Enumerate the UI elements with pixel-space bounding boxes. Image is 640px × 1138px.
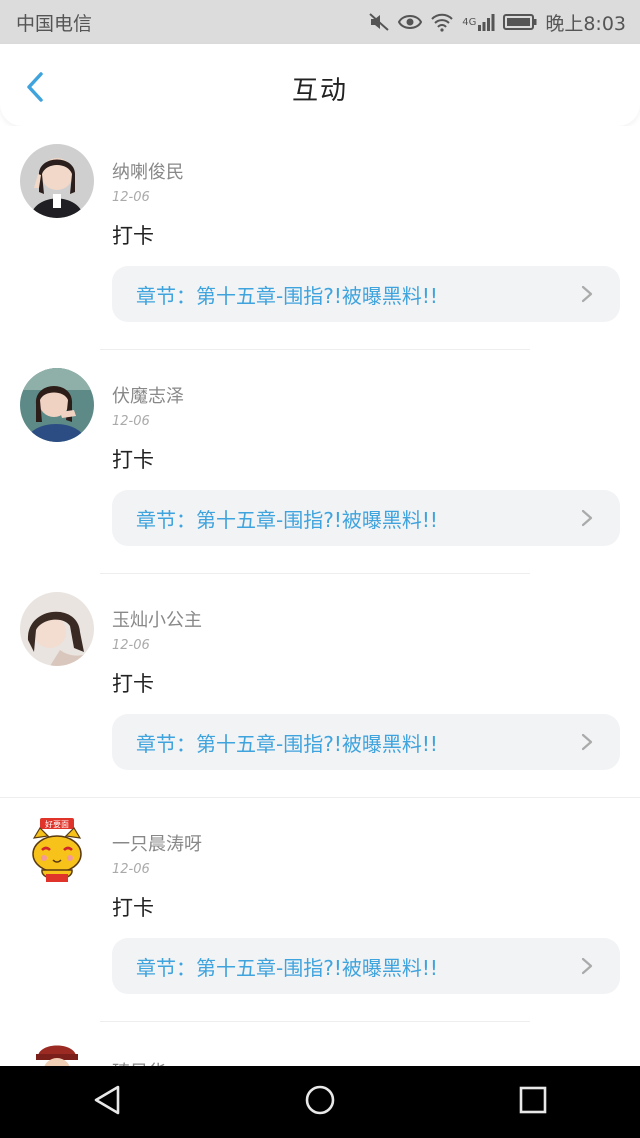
chapter-label: 章节：第十五章-围指?!被曝黑料!!	[136, 731, 438, 756]
avatar[interactable]: 好要面	[20, 816, 94, 890]
post-date: 12-06	[112, 638, 150, 653]
username[interactable]: 伏魔志泽	[112, 382, 184, 408]
post-content: 打卡	[112, 224, 154, 248]
carrier-label: 中国电信	[16, 12, 93, 35]
username[interactable]: 纳喇俊民	[112, 158, 184, 184]
status-icons: 4G 晚上8:03	[368, 9, 626, 36]
list-item: 玉灿小公主 12-06 打卡 章节：第十五章-围指?!被曝黑料!!	[0, 574, 640, 798]
status-bar: 中国电信 4G 晚上8:03	[0, 0, 640, 44]
avatar[interactable]	[20, 368, 94, 442]
avatar-badge-text: 好要面	[45, 819, 69, 829]
post-date: 12-06	[112, 190, 150, 205]
page-title: 互动	[291, 76, 348, 106]
chevron-right-icon	[580, 732, 596, 752]
post-date: 12-06	[112, 862, 150, 877]
chapter-label: 章节：第十五章-围指?!被曝黑料!!	[136, 283, 438, 308]
chevron-right-icon	[580, 284, 596, 304]
post-date: 12-06	[112, 414, 150, 429]
avatar[interactable]	[20, 144, 94, 218]
eye-icon	[398, 13, 423, 31]
post-content: 打卡	[112, 672, 154, 696]
nav-recent-button[interactable]	[503, 1072, 563, 1132]
avatar[interactable]	[20, 592, 94, 666]
chapter-link[interactable]: 章节：第十五章-围指?!被曝黑料!!	[112, 490, 620, 546]
list-item: 好要面 一只晨涛呀 12-06 打卡 章节：第十五章-围指?!被曝黑料!!	[0, 798, 640, 1022]
username[interactable]: 一只晨涛呀	[112, 830, 202, 856]
chapter-link[interactable]: 章节：第十五章-围指?!被曝黑料!!	[112, 938, 620, 994]
list-item: 伏魔志泽 12-06 打卡 章节：第十五章-围指?!被曝黑料!!	[0, 350, 640, 574]
chapter-link[interactable]: 章节：第十五章-围指?!被曝黑料!!	[112, 266, 620, 322]
chevron-right-icon	[580, 508, 596, 528]
interaction-list: 纳喇俊民 12-06 打卡 章节：第十五章-围指?!被曝黑料!! 伏魔志泽 12…	[0, 126, 640, 1082]
chapter-label: 章节：第十五章-围指?!被曝黑料!!	[136, 507, 438, 532]
battery-icon	[503, 13, 537, 31]
chevron-right-icon	[580, 956, 596, 976]
wifi-icon	[430, 12, 454, 32]
post-content: 打卡	[112, 896, 154, 920]
chapter-label: 章节：第十五章-围指?!被曝黑料!!	[136, 955, 438, 980]
nav-back-button[interactable]	[77, 1072, 137, 1132]
square-recent-icon	[518, 1085, 548, 1119]
header-bar: 互动	[0, 44, 640, 126]
clock: 晚上8:03	[545, 12, 626, 35]
nav-home-button[interactable]	[290, 1072, 350, 1132]
system-nav-bar	[0, 1066, 640, 1138]
post-content: 打卡	[112, 448, 154, 472]
network-type: 4G	[462, 16, 477, 28]
list-item: 纳喇俊民 12-06 打卡 章节：第十五章-围指?!被曝黑料!!	[0, 126, 640, 350]
username[interactable]: 玉灿小公主	[112, 606, 202, 632]
mute-icon	[368, 12, 390, 32]
triangle-back-icon	[92, 1084, 122, 1120]
chapter-link[interactable]: 章节：第十五章-围指?!被曝黑料!!	[112, 714, 620, 770]
circle-home-icon	[304, 1084, 336, 1120]
signal-icon: 4G	[462, 13, 495, 31]
